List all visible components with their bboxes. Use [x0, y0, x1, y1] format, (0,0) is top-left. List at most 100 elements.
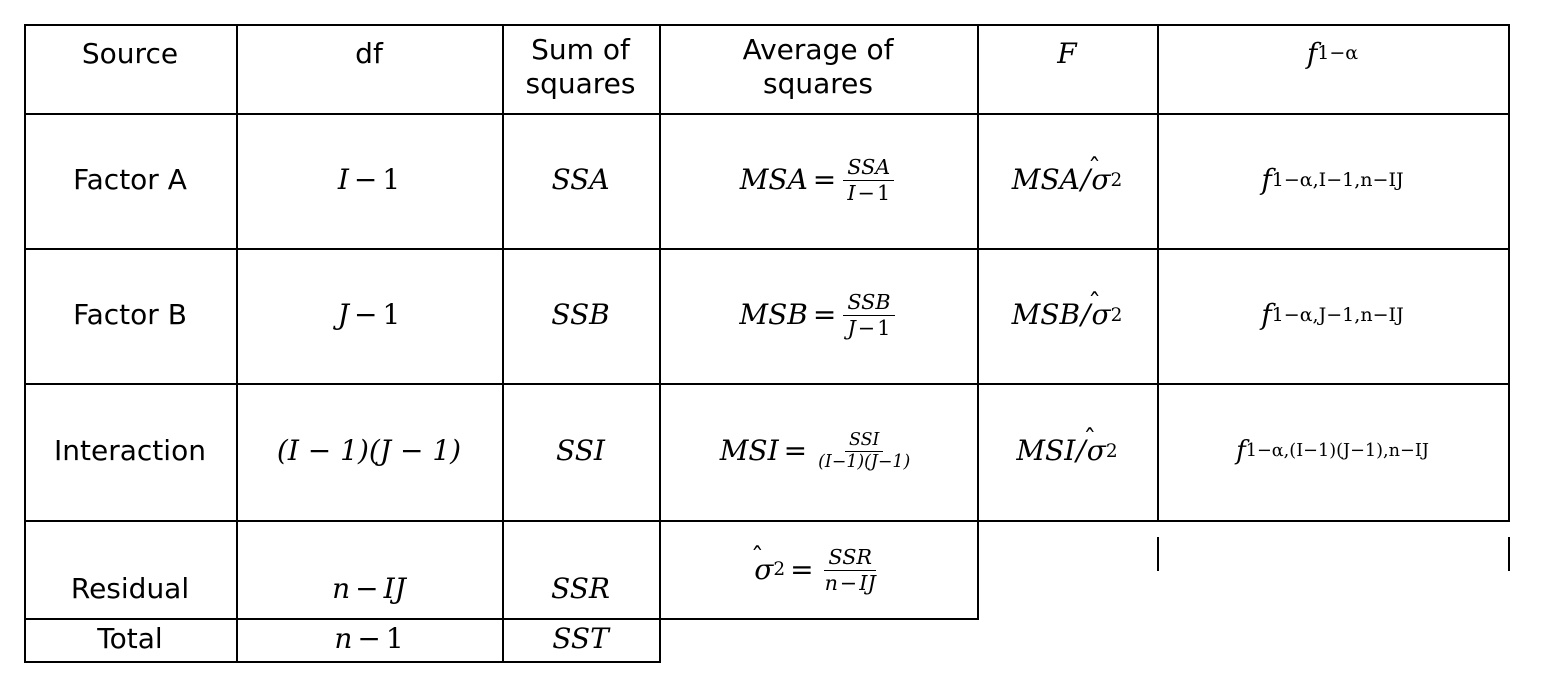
header-fcrit-base: f [1306, 36, 1318, 70]
ms-numerator: SSA [843, 156, 895, 181]
df-operator: − [357, 622, 381, 656]
rule-right-edge [1508, 24, 1510, 522]
fcrit-subscript: 1−α,I−1,n−IJ [1271, 168, 1404, 191]
cell-df: n − IJ [236, 560, 502, 618]
f-numerator: MSI [1016, 434, 1076, 468]
sigma-symbol: σ [754, 552, 774, 586]
df-right: 1 [385, 622, 404, 656]
ms-denominator: (I−1)(J−1) [818, 452, 911, 472]
cell-average-of-squares: ̂σ2= SSR n−IJ [659, 522, 977, 618]
ss-label: SSA [551, 163, 610, 197]
ms-numerator: SSI [845, 430, 884, 452]
df-left: J [337, 298, 349, 332]
header-ms-label-line1: Average of [742, 32, 894, 66]
rule-stub-right-edge [1508, 537, 1510, 571]
table-row: Factor A [24, 113, 236, 248]
header-f: F [977, 24, 1157, 84]
sigma-symbol: σ [1091, 163, 1111, 197]
ms-numerator: SSB [843, 291, 895, 316]
sigma-hat-squared: ̂σ [1091, 299, 1110, 331]
ms-equals: = [812, 163, 837, 197]
cell-sum-of-squares: SSR [502, 560, 659, 618]
ms-fraction: SSR n−IJ [821, 545, 880, 595]
fcrit-base: f [1261, 163, 1272, 197]
header-source: Source [24, 24, 236, 84]
ms-equals: = [783, 434, 808, 468]
row-source-label: Factor B [73, 298, 187, 332]
cell-f-critical: f 1−α,(I−1)(J−1),n−IJ [1157, 383, 1508, 520]
ss-label: SSI [556, 434, 605, 468]
f-numerator: MSB [1011, 298, 1081, 332]
cell-f-statistic: MSI/̂σ2 [977, 383, 1157, 520]
df-right: IJ [383, 571, 406, 605]
fcrit-subscript: 1−α,J−1,n−IJ [1271, 303, 1404, 326]
sigma-symbol: σ [1091, 298, 1111, 332]
ms-denominator: J−1 [847, 316, 891, 340]
cell-average-of-squares: MSA = SSA I−1 [659, 113, 977, 248]
fcrit-base: f [1261, 298, 1272, 332]
rule-stub-f-right [1157, 537, 1159, 571]
row-source-label: Interaction [54, 434, 206, 468]
ms-fraction: SSA I−1 [843, 156, 895, 205]
sigma-symbol: σ [1086, 434, 1106, 468]
df-operator: − [355, 571, 379, 605]
fcrit-subscript: 1−α,(I−1)(J−1),n−IJ [1245, 441, 1429, 462]
ms-lhs: MSB [739, 298, 808, 332]
table-row: Factor B [24, 248, 236, 383]
ms-exponent: 2 [773, 559, 786, 581]
header-ss-label-line2: squares [525, 67, 636, 100]
row-source-label: Residual [70, 571, 190, 605]
cell-df: n −1 [236, 618, 502, 661]
df-right: 1 [382, 298, 401, 332]
sigma-hat-squared: ̂σ [1091, 164, 1110, 196]
df-operator: − [353, 163, 378, 197]
rule-bottom [24, 661, 660, 663]
ms-numerator: SSR [824, 545, 876, 571]
f-slash: / [1076, 434, 1086, 468]
ms-fraction: SSB J−1 [843, 291, 895, 340]
cell-f-statistic: MSB/̂σ2 [977, 248, 1157, 383]
f-slash: / [1080, 163, 1091, 197]
ms-equals: = [790, 552, 814, 586]
df-text: (I − 1)(J − 1) [276, 434, 462, 468]
f-numerator: MSA [1011, 163, 1080, 197]
cell-average-of-squares: MSI = SSI (I−1)(J−1) [659, 383, 977, 520]
ms-fraction: SSI (I−1)(J−1) [814, 430, 914, 472]
f-exponent: 2 [1105, 440, 1118, 462]
cell-f-statistic: MSA/̂σ2 [977, 113, 1157, 248]
header-ms-label-line2: squares [763, 67, 873, 100]
df-left: n [334, 622, 353, 656]
df-left: I [337, 163, 349, 197]
ms-lhs: MSA [739, 163, 808, 197]
df-left: n [332, 571, 351, 605]
cell-average-of-squares: MSB = SSB J−1 [659, 248, 977, 383]
header-f-critical: f 1−α [1157, 24, 1508, 84]
table-row: Residual [24, 560, 236, 618]
f-exponent: 2 [1110, 169, 1123, 191]
f-slash: / [1081, 298, 1091, 332]
ss-label: SSR [551, 571, 610, 605]
header-ss-label-line1: Sum of [531, 32, 630, 66]
df-operator: − [353, 298, 378, 332]
header-sum-of-squares: Sum of squares [502, 24, 659, 110]
ms-lhs: MSI [719, 434, 779, 468]
cell-sum-of-squares: SSB [502, 248, 659, 383]
cell-df: J −1 [236, 248, 502, 383]
ss-label: SSB [551, 298, 610, 332]
sigma-hat-squared: ̂σ [1087, 435, 1106, 467]
ms-denominator: I−1 [847, 181, 891, 205]
anova-table-figure: Source df Sum of squares Average of squa… [0, 0, 1546, 686]
ms-equals: = [812, 298, 837, 332]
cell-sum-of-squares: SSA [502, 113, 659, 248]
header-average-of-squares: Average of squares [659, 24, 977, 110]
cell-df: (I − 1)(J − 1) [236, 383, 502, 520]
header-f-label: F [1057, 36, 1077, 70]
header-df-label: df [355, 36, 383, 70]
table-row: Total [24, 618, 236, 661]
header-fcrit-subscript: 1−α [1317, 42, 1359, 65]
cell-df: I −1 [236, 113, 502, 248]
cell-sum-of-squares: SSI [502, 383, 659, 520]
cell-f-critical: f 1−α,J−1,n−IJ [1157, 248, 1508, 383]
df-right: 1 [382, 163, 401, 197]
cell-sum-of-squares: SST [502, 618, 659, 661]
